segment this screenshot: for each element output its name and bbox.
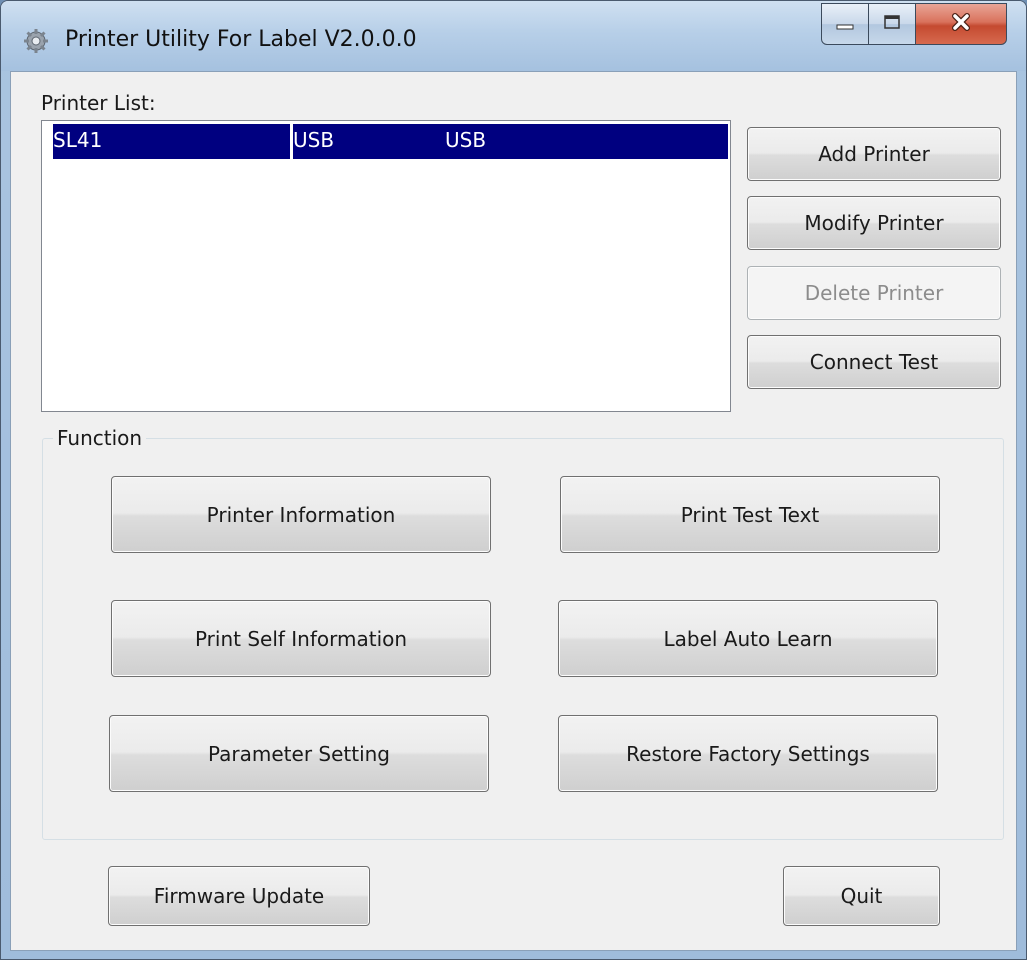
connect-test-button[interactable]: Connect Test [747,335,1001,389]
title-bar[interactable]: Printer Utility For Label V2.0.0.0 [1,1,1026,71]
modify-printer-button[interactable]: Modify Printer [747,196,1001,250]
window-title: Printer Utility For Label V2.0.0.0 [65,27,417,52]
parameter-setting-button[interactable]: Parameter Setting [109,715,489,792]
list-item[interactable]: SL41 USB USB [53,124,728,159]
minimize-button[interactable] [821,3,869,45]
firmware-update-button[interactable]: Firmware Update [108,866,370,926]
print-self-information-button[interactable]: Print Self Information [111,600,491,677]
client-area: Printer List: SL41 USB USB Add Printer M… [10,71,1017,951]
printer-port-cell: USB [293,128,335,152]
print-test-text-button[interactable]: Print Test Text [560,476,940,553]
maximize-icon [883,14,901,34]
function-group-title: Function [53,426,147,450]
restore-factory-settings-button[interactable]: Restore Factory Settings [558,715,938,792]
printer-type-cell: USB [445,128,487,152]
printer-list[interactable]: SL41 USB USB [41,120,731,412]
printer-information-button[interactable]: Printer Information [111,476,491,553]
minimize-icon [836,15,854,34]
app-window: Printer Utility For Label V2.0.0.0 Print… [0,0,1027,960]
delete-printer-button[interactable]: Delete Printer [747,266,1001,320]
close-button[interactable] [915,3,1007,45]
label-auto-learn-button[interactable]: Label Auto Learn [558,600,938,677]
printer-list-label: Printer List: [41,91,156,115]
gear-icon [23,28,49,54]
quit-button[interactable]: Quit [783,866,940,926]
printer-name-cell: SL41 [53,128,103,152]
close-icon [950,12,972,36]
maximize-button[interactable] [868,3,916,45]
add-printer-button[interactable]: Add Printer [747,127,1001,181]
